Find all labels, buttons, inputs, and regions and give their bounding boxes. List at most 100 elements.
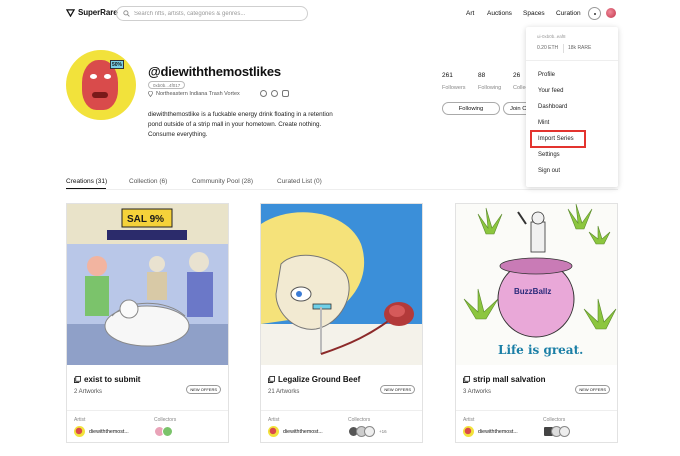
stat-label: Following <box>478 85 502 91</box>
menu-item-your-feed[interactable]: Your feed <box>538 88 563 94</box>
user-dropdown-menu: ui-0xb0b..eaf8 0.20 ETH 18k RARE Profile… <box>526 27 618 187</box>
profile-location: Northeastern Indiana Trash Vortex <box>148 91 240 97</box>
card-divider <box>261 410 422 411</box>
avatar-eye <box>90 74 97 79</box>
top-navigation: SuperRare Art Auctions Spaces Curation <box>0 0 680 28</box>
stat-followers[interactable]: 261 Followers <box>442 72 466 91</box>
stat-value: 88 <box>478 72 486 79</box>
profile-avatar: 50% <box>66 50 136 120</box>
series-title[interactable]: strip mall salvation <box>463 375 545 384</box>
logo-text: SuperRare <box>78 8 118 17</box>
user-avatar-button[interactable] <box>606 8 616 18</box>
more-options-button[interactable] <box>588 7 601 20</box>
collectors-avatars[interactable] <box>154 426 173 437</box>
series-card[interactable]: BuzzBallz Life is great. strip mall salv… <box>455 203 618 443</box>
artist-link[interactable]: diewiththemost... <box>268 426 323 437</box>
artist-avatar <box>463 426 474 437</box>
artist-label: Artist <box>268 417 280 423</box>
artist-label: Artist <box>74 417 86 423</box>
series-title[interactable]: Legalize Ground Beef <box>268 375 360 384</box>
nav-link-curation[interactable]: Curation <box>556 10 581 17</box>
series-title-text: strip mall salvation <box>473 375 546 384</box>
search-input[interactable] <box>134 10 304 17</box>
search-bar[interactable] <box>116 6 308 21</box>
avatar-eye <box>104 74 111 79</box>
menu-item-settings[interactable]: Settings <box>538 152 560 158</box>
menu-divider <box>526 60 618 61</box>
avatar-mouth <box>92 92 108 98</box>
collectors-label: Collectors <box>543 417 566 423</box>
collectors-label: Collectors <box>348 417 371 423</box>
following-button[interactable]: Following <box>442 102 500 115</box>
series-stack-icon <box>463 376 470 383</box>
rare-balance: 18k RARE <box>568 45 592 51</box>
location-text: Northeastern Indiana Trash Vortex <box>156 91 240 97</box>
collectors-avatars[interactable]: +16 <box>348 426 387 437</box>
series-card[interactable]: Legalize Ground Beef NEW OFFERS 21 Artwo… <box>260 203 423 443</box>
artist-avatar <box>268 426 279 437</box>
avatar-badge: 50% <box>110 60 124 69</box>
artist-link[interactable]: diewiththemost... <box>463 426 518 437</box>
balance-separator <box>563 44 564 53</box>
can-brand-text: BuzzBallz <box>514 287 551 296</box>
card-divider <box>67 410 228 411</box>
artist-name: diewiththemost... <box>283 428 323 435</box>
stat-following[interactable]: 88 Following <box>478 72 501 91</box>
menu-item-dashboard[interactable]: Dashboard <box>538 104 567 110</box>
location-pin-icon <box>148 91 153 97</box>
artist-name: diewiththemost... <box>89 428 129 435</box>
collector-avatar <box>364 426 375 437</box>
series-card[interactable]: SAL 9% exist to submit NEW OFFERS 2 Artw… <box>66 203 229 443</box>
series-title-text: Legalize Ground Beef <box>278 375 361 384</box>
diamond-logo-icon <box>66 8 75 17</box>
artist-link[interactable]: diewiththemost... <box>74 426 129 437</box>
dot-icon <box>593 12 596 15</box>
series-title-text: exist to submit <box>84 375 141 384</box>
profile-bio: diewiththemostlike is a fuckable energy … <box>148 111 333 138</box>
menu-wallet-address[interactable]: ui-0xb0b..eaf8 <box>537 34 566 39</box>
collectors-avatars[interactable] <box>543 426 570 437</box>
collector-avatar <box>559 426 570 437</box>
collector-avatar <box>162 426 173 437</box>
artist-avatar <box>74 426 85 437</box>
artwork-caption-text: Life is great. <box>498 343 583 357</box>
wallet-address-badge[interactable]: 0xb0b...4f017 <box>148 81 186 89</box>
instagram-icon[interactable] <box>271 90 278 97</box>
twitter-icon[interactable] <box>282 90 289 97</box>
collectors-label: Collectors <box>154 417 177 423</box>
superrare-logo[interactable]: SuperRare <box>66 8 118 17</box>
series-stack-icon <box>268 376 275 383</box>
tab-creations[interactable]: Creations (31) <box>66 178 107 185</box>
series-stack-icon <box>74 376 81 383</box>
card-divider <box>456 410 617 411</box>
profile-username: @diewiththemostlikes <box>148 64 281 79</box>
tab-curated-list[interactable]: Curated List (0) <box>277 178 322 185</box>
artwork-count: 3 Artworks <box>463 389 492 395</box>
nav-link-spaces[interactable]: Spaces <box>523 10 545 17</box>
tab-community-pool[interactable]: Community Pool (28) <box>192 178 253 185</box>
artwork-image-strip-mall-salvation: BuzzBallz Life is great. <box>456 204 617 365</box>
new-offers-badge[interactable]: NEW OFFERS <box>575 385 610 394</box>
website-icon[interactable] <box>260 90 267 97</box>
nav-link-art[interactable]: Art <box>466 10 474 17</box>
artwork-count: 2 Artworks <box>74 389 103 395</box>
nav-link-auctions[interactable]: Auctions <box>487 10 512 17</box>
menu-item-sign-out[interactable]: Sign out <box>538 168 560 174</box>
tab-collection[interactable]: Collection (6) <box>129 178 167 185</box>
eth-balance: 0.20 ETH <box>537 45 559 51</box>
artwork-count: 21 Artworks <box>268 389 300 395</box>
stat-value: 261 <box>442 72 453 79</box>
stat-label: Followers <box>442 85 466 91</box>
menu-item-mint[interactable]: Mint <box>538 120 549 126</box>
search-icon <box>123 10 130 17</box>
tabs-divider <box>66 189 618 190</box>
new-offers-badge[interactable]: NEW OFFERS <box>186 385 221 394</box>
import-series-highlight <box>530 130 586 148</box>
social-links <box>260 90 289 97</box>
menu-item-profile[interactable]: Profile <box>538 72 555 78</box>
artwork-image-legalize-ground-beef <box>261 204 422 365</box>
artwork-image-exist-to-submit: SAL 9% <box>67 204 228 365</box>
artist-label: Artist <box>463 417 475 423</box>
new-offers-badge[interactable]: NEW OFFERS <box>380 385 415 394</box>
series-title[interactable]: exist to submit <box>74 375 140 384</box>
